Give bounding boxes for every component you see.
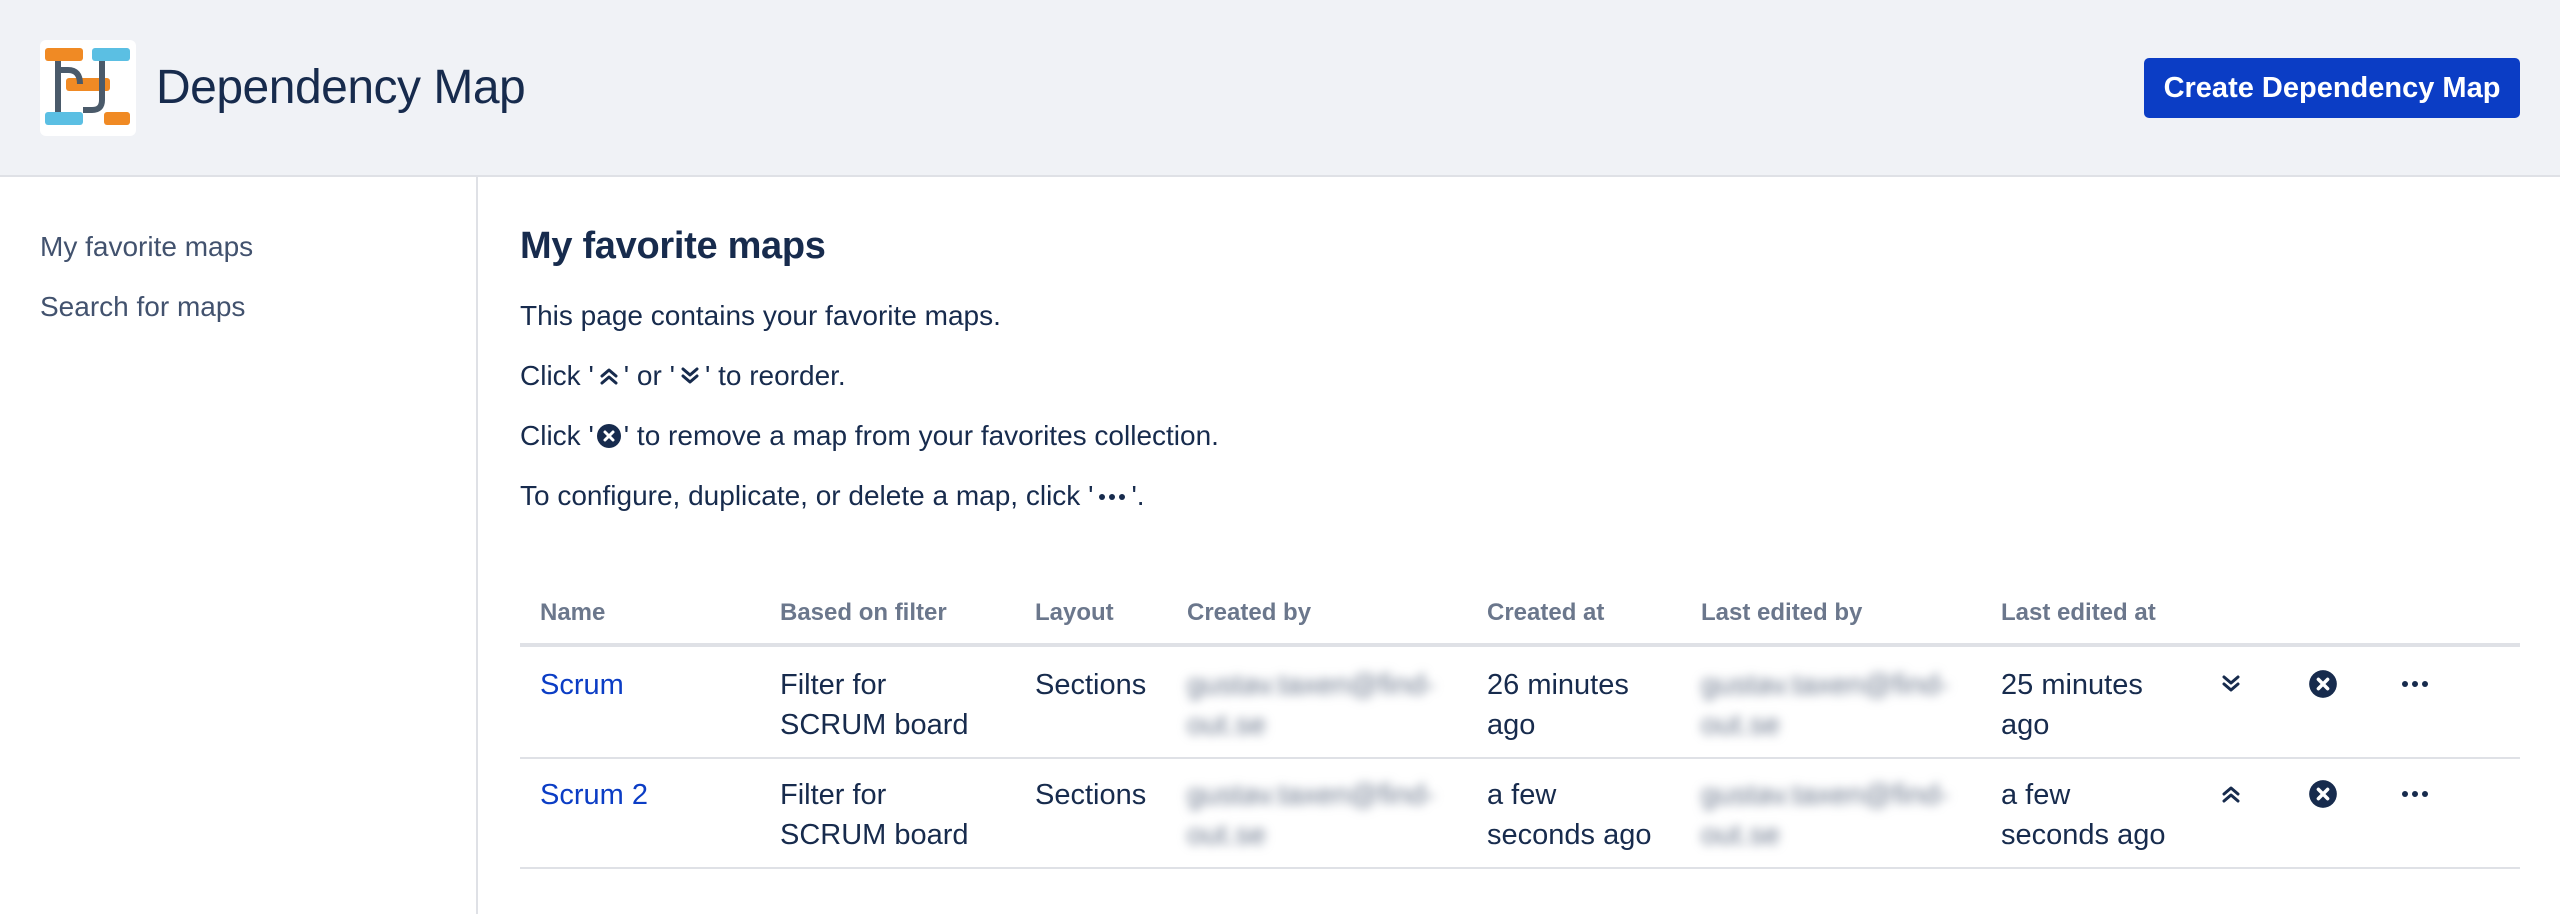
created-at-line-1: a few: [1487, 779, 1557, 811]
move-down-button[interactable]: [2214, 667, 2248, 701]
configure-text-before: To configure, duplicate, or delete a map…: [520, 480, 1094, 511]
sidebar-item-my-favorite-maps[interactable]: My favorite maps: [40, 231, 253, 263]
more-icon: [2402, 681, 2428, 687]
column-header-layout[interactable]: Layout: [1035, 599, 1114, 627]
dependency-map-logo: [40, 40, 136, 136]
created-by-line-2: out.se: [1187, 709, 1266, 741]
edited-at-line-1: a few: [2001, 779, 2071, 811]
more-icon: [2402, 791, 2428, 797]
column-header-last-edited-by[interactable]: Last edited by: [1701, 599, 1862, 627]
app-header: Dependency Map Create Dependency Map: [0, 0, 2560, 177]
reorder-text-after: ' to reorder.: [704, 360, 846, 391]
filter-line-2: SCRUM board: [780, 709, 969, 741]
remove-text-after: ' to remove a map from your favorites co…: [623, 420, 1219, 451]
last-edited-by-cell: gustav.taxen@find- out.se: [1701, 775, 1949, 855]
map-name-link[interactable]: Scrum: [540, 665, 624, 705]
chevron-double-down-icon: [677, 363, 703, 389]
created-by-line-2: out.se: [1187, 819, 1266, 851]
page-title: My favorite maps: [520, 225, 826, 267]
edited-at-line-1: 25 minutes: [2001, 669, 2143, 701]
reorder-text-middle: ' or ': [623, 360, 675, 391]
created-at-cell: a few seconds ago: [1487, 775, 1651, 855]
map-name-link[interactable]: Scrum 2: [540, 775, 648, 815]
column-header-based-on-filter[interactable]: Based on filter: [780, 599, 947, 627]
remove-favorite-button[interactable]: [2306, 667, 2340, 701]
sidebar: My favorite maps Search for maps: [0, 177, 478, 914]
edited-by-line-1: gustav.taxen@find-: [1701, 669, 1950, 701]
created-at-line-2: seconds ago: [1487, 819, 1652, 851]
based-on-filter-cell: Filter for SCRUM board: [780, 665, 969, 745]
based-on-filter-cell: Filter for SCRUM board: [780, 775, 969, 855]
close-circle-icon: [2309, 670, 2337, 698]
more-options-button[interactable]: [2398, 777, 2432, 811]
created-by-line-1: gustav.taxen@find-: [1187, 669, 1436, 701]
table-row: Scrum Filter for SCRUM board Sections gu…: [520, 649, 2520, 759]
remove-text-before: Click ': [520, 420, 594, 451]
filter-line-2: SCRUM board: [780, 819, 969, 851]
filter-line-1: Filter for: [780, 779, 887, 811]
created-by-cell: gustav.taxen@find- out.se: [1187, 665, 1435, 745]
close-circle-icon: [596, 423, 622, 449]
filter-line-1: Filter for: [780, 669, 887, 701]
edited-by-line-2: out.se: [1701, 709, 1780, 741]
last-edited-by-cell: gustav.taxen@find- out.se: [1701, 665, 1949, 745]
create-dependency-map-button[interactable]: Create Dependency Map: [2144, 58, 2520, 118]
created-by-line-1: gustav.taxen@find-: [1187, 779, 1436, 811]
column-header-created-by[interactable]: Created by: [1187, 599, 1311, 627]
last-edited-at-cell: 25 minutes ago: [2001, 665, 2143, 745]
last-edited-at-cell: a few seconds ago: [2001, 775, 2165, 855]
edited-at-line-2: ago: [2001, 709, 2050, 741]
edited-by-line-1: gustav.taxen@find-: [1701, 779, 1950, 811]
app-title: Dependency Map: [156, 61, 526, 114]
created-at-line-1: 26 minutes: [1487, 669, 1629, 701]
column-header-name[interactable]: Name: [540, 599, 605, 627]
chevron-double-down-icon: [2222, 675, 2240, 692]
close-circle-icon: [2309, 780, 2337, 808]
layout-cell: Sections: [1035, 779, 1147, 811]
chevron-double-up-icon: [596, 363, 622, 389]
layout-cell: Sections: [1035, 669, 1147, 701]
column-header-last-edited-at[interactable]: Last edited at: [2001, 599, 2156, 627]
move-up-button[interactable]: [2214, 777, 2248, 811]
configure-instructions: To configure, duplicate, or delete a map…: [520, 480, 1145, 512]
chevron-double-up-icon: [2222, 786, 2240, 803]
edited-at-line-2: seconds ago: [2001, 819, 2166, 851]
column-header-created-at[interactable]: Created at: [1487, 599, 1604, 627]
table-row: Scrum 2 Filter for SCRUM board Sections …: [520, 759, 2520, 869]
reorder-text-before: Click ': [520, 360, 594, 391]
edited-by-line-2: out.se: [1701, 819, 1780, 851]
sidebar-item-search-for-maps[interactable]: Search for maps: [40, 291, 245, 323]
created-by-cell: gustav.taxen@find- out.se: [1187, 775, 1435, 855]
more-options-button[interactable]: [2398, 667, 2432, 701]
intro-text: This page contains your favorite maps.: [520, 300, 1001, 331]
created-at-cell: 26 minutes ago: [1487, 665, 1629, 745]
remove-favorite-button[interactable]: [2306, 777, 2340, 811]
configure-text-after: '.: [1131, 480, 1145, 511]
created-at-line-2: ago: [1487, 709, 1536, 741]
remove-instructions: Click ' ' to remove a map from your favo…: [520, 420, 1219, 452]
reorder-instructions: Click ' ' or ' ' to reorder.: [520, 360, 846, 392]
more-icon: [1095, 483, 1129, 509]
table-header: Name Based on filter Layout Created by C…: [520, 587, 2520, 647]
